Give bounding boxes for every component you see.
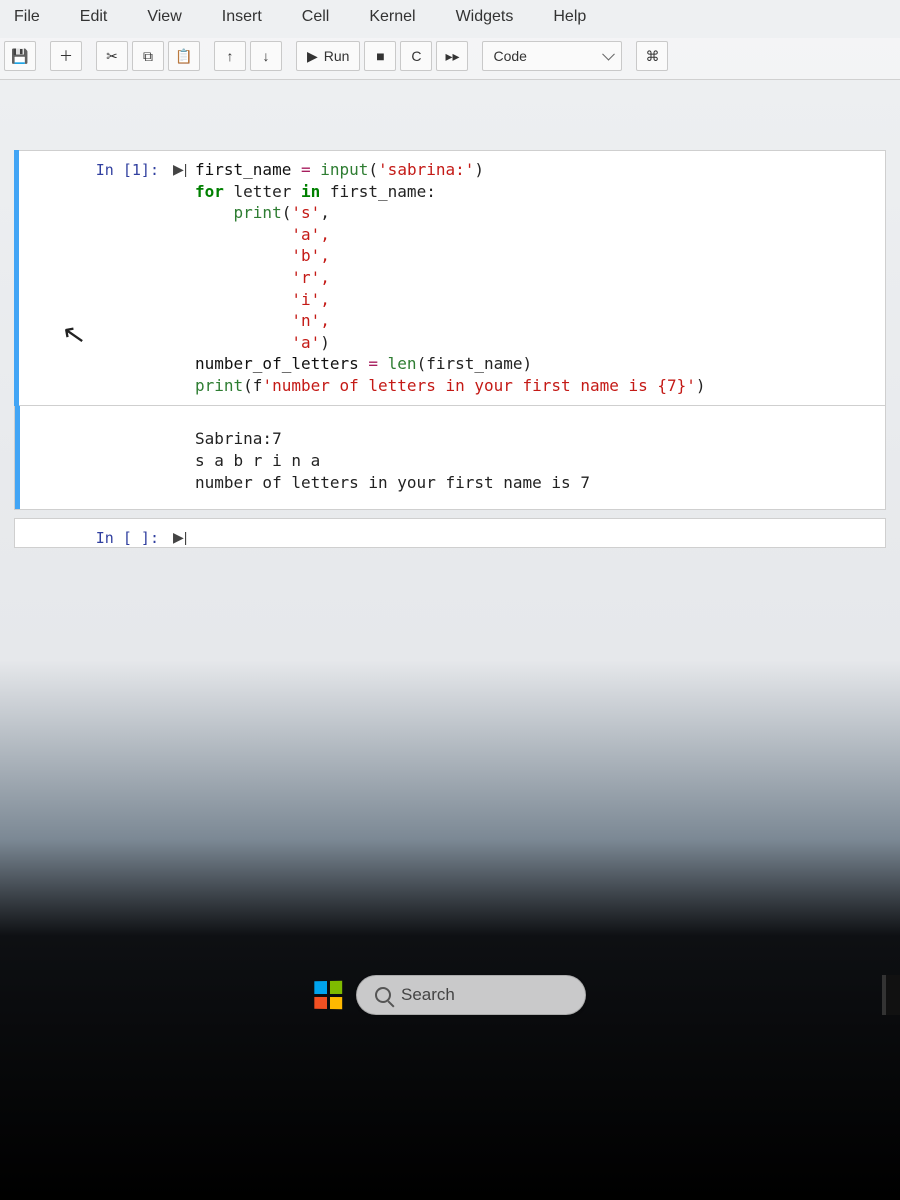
windows-start-icon[interactable] [314,981,342,1010]
cell-2-code[interactable] [165,519,885,543]
menu-kernel[interactable]: Kernel [363,6,421,28]
paste-button[interactable]: 📋 [168,41,200,71]
copy-button[interactable]: ⧉ [132,41,164,71]
cut-button[interactable]: ✂ [96,41,128,71]
cell-type-select[interactable]: Code [482,41,622,71]
menubar: File Edit View Insert Cell Kernel Widget… [0,0,900,38]
run-cell-icon[interactable]: ▶| [173,529,187,546]
menu-file[interactable]: File [8,6,46,28]
run-cell-icon[interactable]: ▶| [173,161,187,178]
cell-type-selected: Code [493,48,526,64]
cell-1-output: Sabrina:7 s a b r i n a number of letter… [14,406,886,510]
menu-widgets[interactable]: Widgets [450,6,520,28]
interrupt-kernel-button[interactable]: ■ [364,41,396,71]
cell-2-prompt: In [ ]: [15,519,165,547]
menu-edit[interactable]: Edit [74,6,114,28]
move-cell-up-button[interactable]: ↑ [214,41,246,71]
menu-view[interactable]: View [141,6,187,28]
cell-1-output-text: Sabrina:7 s a b r i n a number of letter… [165,406,885,509]
code-cell-2[interactable]: In [ ]: ▶| [14,518,886,548]
notebook-area: In [1]: ▶| first_name = input('sabrina:'… [0,80,900,548]
insert-cell-below-button[interactable]: ＋ [50,41,82,71]
play-icon: ▶ [307,48,318,65]
move-cell-down-button[interactable]: ↓ [250,41,282,71]
toolbar: 💾 ＋ ✂ ⧉ 📋 ↑ ↓ ▶ Run ■ C ▸▸ Code ⌘ [0,38,900,80]
search-icon [375,987,391,1003]
cell-1-code[interactable]: first_name = input('sabrina:') for lette… [165,151,885,405]
windows-taskbar: Search [0,975,900,1015]
menu-insert[interactable]: Insert [216,6,268,28]
run-button-label: Run [324,48,350,64]
save-button[interactable]: 💾 [4,41,36,71]
taskbar-right-fragment [882,975,900,1015]
menu-cell[interactable]: Cell [296,6,336,28]
cell-1-prompt: In [1]: [15,151,165,179]
taskbar-search[interactable]: Search [356,975,586,1015]
menu-help[interactable]: Help [547,6,592,28]
taskbar-search-placeholder: Search [401,985,455,1005]
code-cell-1[interactable]: In [1]: ▶| first_name = input('sabrina:'… [14,150,886,406]
run-button[interactable]: ▶ Run [296,41,360,71]
restart-run-all-button[interactable]: ▸▸ [436,41,468,71]
command-palette-button[interactable]: ⌘ [636,41,668,71]
restart-kernel-button[interactable]: C [400,41,432,71]
